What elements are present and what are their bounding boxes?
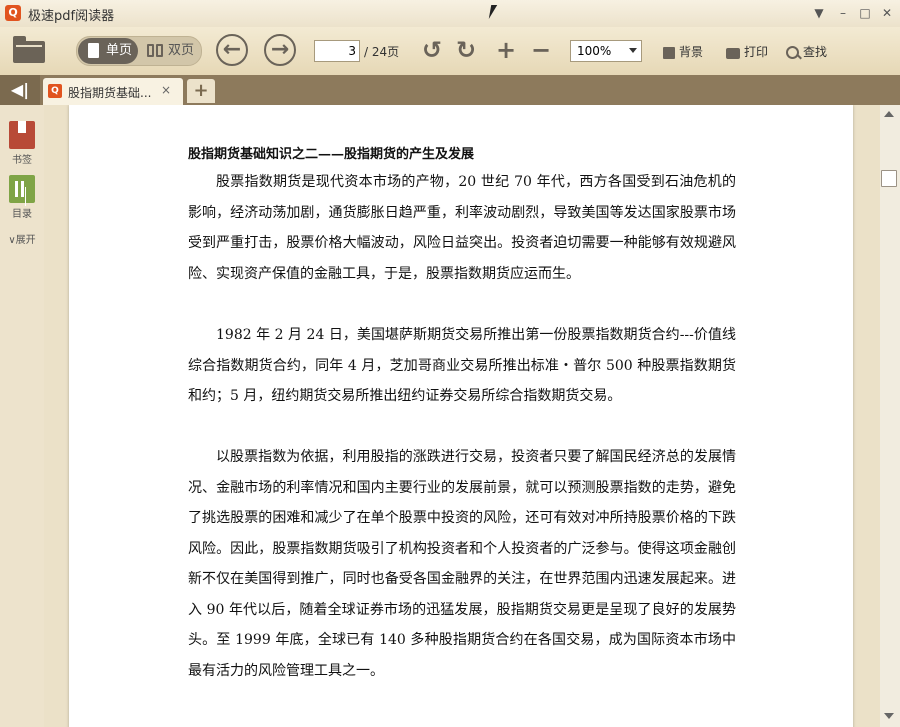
single-page-label: 单页 xyxy=(106,43,133,58)
background-icon xyxy=(663,47,675,59)
search-icon xyxy=(786,46,799,59)
vertical-scrollbar[interactable] xyxy=(880,105,900,727)
title-bar: Q 极速pdf阅读器 ▼ – □ ✕ xyxy=(0,0,900,28)
rotate-right-icon[interactable]: ↻ xyxy=(453,36,479,64)
maximize-button[interactable]: □ xyxy=(856,4,874,22)
background-label: 背景 xyxy=(679,45,704,59)
tab-bar: ◀| Q 股指期货基础... × + xyxy=(0,75,900,105)
minimize-button[interactable]: – xyxy=(834,4,852,22)
document-tab[interactable]: Q 股指期货基础... × xyxy=(43,78,183,105)
pdf-page: 股指期货基础知识之二——股指期货的产生及发展 股票指数期货是现代资本市场的产物，… xyxy=(69,105,853,727)
print-label: 打印 xyxy=(744,45,769,59)
scroll-up-icon[interactable] xyxy=(884,111,894,117)
scroll-down-icon[interactable] xyxy=(884,713,894,719)
document-heading: 股指期货基础知识之二——股指期货的产生及发展 xyxy=(188,147,475,162)
zoom-value: 100% xyxy=(577,44,612,58)
page-total: / 24页 xyxy=(364,45,400,59)
rotate-left-icon[interactable]: ↺ xyxy=(419,36,445,64)
new-tab-button[interactable]: + xyxy=(187,79,215,103)
zoom-select[interactable]: 100% xyxy=(570,40,642,62)
printer-icon xyxy=(726,48,740,59)
zoom-in-icon[interactable]: + xyxy=(493,36,519,64)
page-number-input[interactable]: 3 xyxy=(314,40,360,62)
double-page-icon xyxy=(147,44,154,57)
chevron-down-icon: ∨ xyxy=(8,235,16,246)
toolbar: 单页 双页 ← → 3 / 24页 ↺ ↻ + − 100% 背景 打印 查找 xyxy=(0,27,900,75)
find-label: 查找 xyxy=(803,45,828,59)
previous-page-button[interactable]: ← xyxy=(216,34,248,66)
bookmark-icon xyxy=(9,121,35,149)
pdf-icon: Q xyxy=(48,84,62,98)
app-logo-icon: Q xyxy=(5,5,21,21)
double-page-label: 双页 xyxy=(168,43,195,58)
print-button[interactable]: 打印 xyxy=(726,43,768,60)
expand-label: 展开 xyxy=(15,235,36,246)
zoom-out-icon[interactable]: − xyxy=(528,36,554,64)
toc-icon xyxy=(9,175,35,203)
window-title: 极速pdf阅读器 xyxy=(28,9,115,24)
next-page-button[interactable]: → xyxy=(264,34,296,66)
paragraph: 1982 年 2 月 24 日，美国堪萨斯期货交易所推出第一份股票指数期货合约-… xyxy=(188,327,736,404)
single-page-icon xyxy=(88,43,99,58)
double-page-button[interactable]: 双页 xyxy=(141,38,199,64)
single-page-button[interactable]: 单页 xyxy=(78,38,138,64)
find-button[interactable]: 查找 xyxy=(786,43,827,60)
sidebar: 书签 目录 ∨展开 xyxy=(0,105,45,727)
bookmarks-button[interactable]: 书签 xyxy=(4,121,40,166)
view-mode-toggle: 单页 双页 xyxy=(76,36,202,66)
close-button[interactable]: ✕ xyxy=(878,4,896,22)
table-of-contents-button[interactable]: 目录 xyxy=(4,175,40,220)
paragraph: 以股票指数为依据，利用股指的涨跌进行交易，投资者只要了解国民经济总的发展情况、金… xyxy=(188,449,736,679)
bookmarks-label: 书签 xyxy=(12,155,32,166)
background-button[interactable]: 背景 xyxy=(663,43,703,60)
menu-dropdown-button[interactable]: ▼ xyxy=(810,4,828,22)
toc-label: 目录 xyxy=(12,209,32,220)
paragraph: 股票指数期货是现代资本市场的产物，20 世纪 70 年代，西方各国受到石油危机的… xyxy=(188,174,736,282)
open-folder-icon[interactable] xyxy=(13,35,45,63)
collapse-sidebar-button[interactable]: ◀| xyxy=(0,75,40,105)
double-page-icon-right xyxy=(156,44,163,57)
scroll-thumb[interactable] xyxy=(881,170,897,187)
close-tab-icon[interactable]: × xyxy=(161,83,171,97)
document-tab-title: 股指期货基础... xyxy=(68,86,152,100)
chevron-down-icon xyxy=(629,48,637,53)
expand-button[interactable]: ∨展开 xyxy=(4,231,40,246)
document-viewer[interactable]: 股指期货基础知识之二——股指期货的产生及发展 股票指数期货是现代资本市场的产物，… xyxy=(44,105,880,727)
